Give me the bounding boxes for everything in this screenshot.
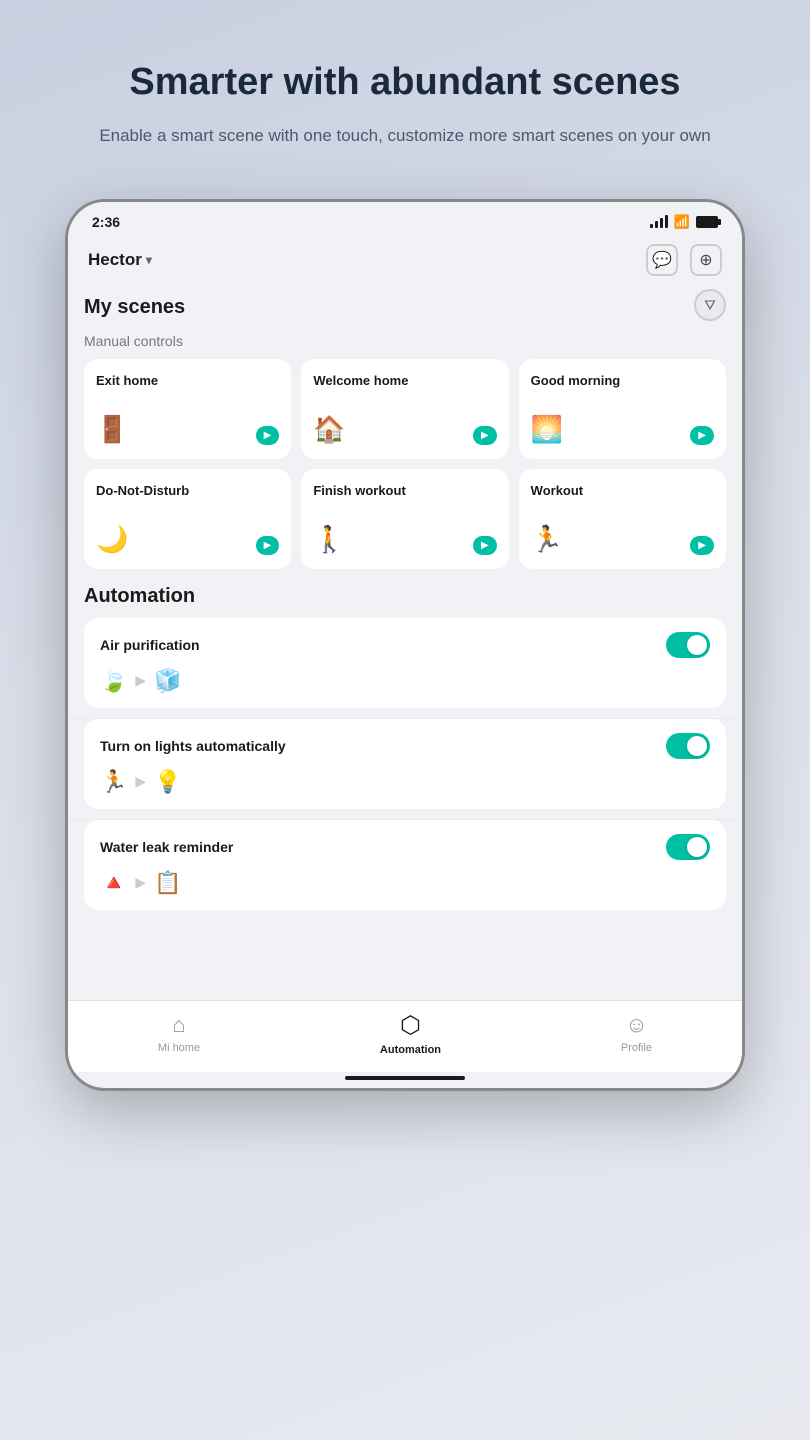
bottom-nav: ⌂ Mi home ⬡ Automation ☺ Profile: [68, 1000, 742, 1080]
scene-run-button[interactable]: [690, 536, 714, 555]
flow-arrow-icon: ▶: [135, 773, 146, 790]
automation-nav-label: Automation: [380, 1044, 441, 1056]
mi-home-nav-icon: ⌂: [172, 1012, 185, 1038]
scene-finish-workout-label: Finish workout: [313, 483, 496, 500]
message-icon-button[interactable]: 💬: [646, 244, 678, 276]
scene-run-button[interactable]: [256, 536, 280, 555]
do-not-disturb-icon: 🌙: [96, 524, 128, 555]
scene-workout-label: Workout: [531, 483, 714, 500]
automation-title: Automation: [84, 585, 726, 608]
main-content: My scenes ⛛ Manual controls Exit home 🚪 …: [68, 288, 742, 1000]
scene-card-workout[interactable]: Workout 🏃: [519, 469, 726, 569]
scene-do-not-disturb-label: Do-Not-Disturb: [96, 483, 279, 500]
my-scenes-title: My scenes: [84, 296, 185, 319]
nav-item-profile[interactable]: ☺ Profile: [601, 1012, 672, 1054]
scene-card-do-not-disturb[interactable]: Do-Not-Disturb 🌙: [84, 469, 291, 569]
add-scene-button[interactable]: ⊕: [690, 244, 722, 276]
lights-trigger-icon: 🏃: [100, 769, 127, 795]
automation-item-water-leak[interactable]: Water leak reminder 🔺 ▶ 📋: [84, 820, 726, 910]
wifi-icon: 📶: [674, 214, 690, 230]
scene-exit-home-label: Exit home: [96, 373, 279, 390]
signal-icon: [650, 215, 668, 228]
automation-nav-icon: ⬡: [400, 1011, 421, 1040]
page-header: Smarter with abundant scenes Enable a sm…: [99, 60, 710, 149]
scene-run-button[interactable]: [690, 426, 714, 445]
finish-workout-icon: 🚶: [313, 524, 345, 555]
workout-icon: 🏃: [531, 524, 563, 555]
water-trigger-icon: 🔺: [100, 870, 127, 896]
filter-button[interactable]: ⛛: [694, 289, 726, 321]
user-selector[interactable]: Hector ▾: [88, 250, 152, 270]
scene-run-button[interactable]: [473, 426, 497, 445]
scene-card-exit-home[interactable]: Exit home 🚪: [84, 359, 291, 459]
welcome-home-icon: 🏠: [313, 414, 345, 445]
automation-section: Automation Air purification 🍃 ▶ 🧊 Turn o…: [84, 585, 726, 910]
scene-welcome-home-label: Welcome home: [313, 373, 496, 390]
toggle-air-purification[interactable]: [666, 632, 710, 658]
scene-run-button[interactable]: [256, 426, 280, 445]
user-name: Hector: [88, 250, 142, 270]
nav-item-automation[interactable]: ⬡ Automation: [360, 1011, 461, 1056]
mi-home-nav-label: Mi home: [158, 1042, 200, 1054]
exit-home-icon: 🚪: [96, 414, 128, 445]
page-subtext: Enable a smart scene with one touch, cus…: [99, 122, 710, 149]
profile-nav-label: Profile: [621, 1042, 652, 1054]
air-trigger-icon: 🍃: [100, 668, 127, 694]
phone-frame: 2:36 📶 Hector ▾ 💬 ⊕ My scenes ⛛: [65, 199, 745, 1091]
scene-card-welcome-home[interactable]: Welcome home 🏠: [301, 359, 508, 459]
water-action-icon: 📋: [154, 870, 181, 896]
status-bar: 2:36 📶: [68, 202, 742, 236]
automation-item-lights[interactable]: Turn on lights automatically 🏃 ▶ 💡: [84, 719, 726, 809]
flow-arrow-icon: ▶: [135, 672, 146, 689]
battery-icon: [696, 216, 718, 228]
automation-label-air: Air purification: [100, 637, 200, 653]
automation-label-water: Water leak reminder: [100, 839, 233, 855]
scene-card-finish-workout[interactable]: Finish workout 🚶: [301, 469, 508, 569]
automation-item-air-purification[interactable]: Air purification 🍃 ▶ 🧊: [84, 618, 726, 708]
toggle-lights[interactable]: [666, 733, 710, 759]
app-header: Hector ▾ 💬 ⊕: [68, 236, 742, 288]
scene-good-morning-label: Good morning: [531, 373, 714, 390]
scene-run-button[interactable]: [473, 536, 497, 555]
air-action-icon: 🧊: [154, 668, 181, 694]
home-indicator: [345, 1076, 465, 1080]
clock: 2:36: [92, 214, 120, 230]
good-morning-icon: 🌅: [531, 414, 563, 445]
scene-grid: Exit home 🚪 Welcome home 🏠 Good morning …: [84, 359, 726, 569]
lights-action-icon: 💡: [154, 769, 181, 795]
page-headline: Smarter with abundant scenes: [99, 60, 710, 106]
profile-nav-icon: ☺: [625, 1012, 647, 1038]
manual-controls-label: Manual controls: [84, 333, 726, 349]
toggle-water-leak[interactable]: [666, 834, 710, 860]
nav-item-mi-home[interactable]: ⌂ Mi home: [138, 1012, 220, 1054]
flow-arrow-icon: ▶: [135, 874, 146, 891]
scene-card-good-morning[interactable]: Good morning 🌅: [519, 359, 726, 459]
chevron-down-icon: ▾: [146, 253, 152, 267]
automation-label-lights: Turn on lights automatically: [100, 738, 286, 754]
